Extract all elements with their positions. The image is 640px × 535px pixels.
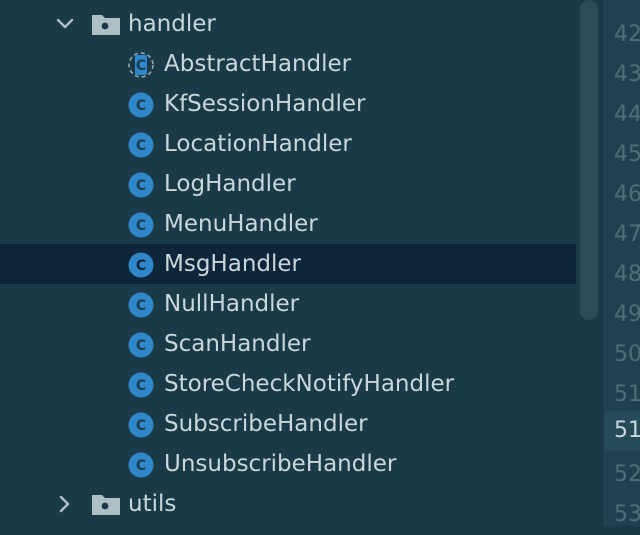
tree-item-menuhandler[interactable]: C MenuHandler — [0, 204, 576, 244]
tree-item-storechecknotifyhandler[interactable]: C StoreCheckNotifyHandler — [0, 364, 576, 404]
svg-text:C: C — [136, 298, 146, 314]
line-number: 44 — [614, 102, 640, 127]
class-icon: C — [128, 372, 154, 398]
line-number: 53 — [614, 502, 640, 527]
tree-item-scanhandler[interactable]: C ScanHandler — [0, 324, 576, 364]
folder-label: utils — [128, 491, 177, 517]
class-label: KfSessionHandler — [164, 91, 366, 117]
line-number: 52 — [614, 462, 640, 487]
line-number: 51 — [614, 382, 640, 407]
package-folder-icon — [92, 495, 120, 515]
svg-text:C: C — [136, 218, 146, 234]
class-label: MenuHandler — [164, 211, 318, 237]
package-folder-icon — [92, 15, 120, 35]
class-label: ScanHandler — [164, 331, 311, 357]
tree-item-loghandler[interactable]: C LogHandler — [0, 164, 576, 204]
tree-item-locationhandler[interactable]: C LocationHandler — [0, 124, 576, 164]
class-icon: C — [128, 172, 154, 198]
line-number: 46 — [614, 182, 640, 207]
line-number: 43 — [614, 62, 640, 87]
line-number: 49 — [614, 302, 640, 327]
tree-item-unsubscribehandler[interactable]: C UnsubscribeHandler — [0, 444, 576, 484]
tree-scrollbar-thumb[interactable] — [580, 0, 598, 320]
class-icon: C — [128, 412, 154, 438]
class-icon: C — [128, 212, 154, 238]
line-number: 45 — [614, 142, 640, 167]
tree-folder-utils[interactable]: utils — [0, 484, 576, 524]
abstract-class-icon: C — [128, 52, 154, 78]
class-label: StoreCheckNotifyHandler — [164, 371, 455, 397]
class-icon: C — [128, 92, 154, 118]
tree-item-subscribehandler[interactable]: C SubscribeHandler — [0, 404, 576, 444]
class-label: SubscribeHandler — [164, 411, 368, 437]
line-number: 47 — [614, 222, 640, 247]
class-icon: C — [128, 252, 154, 278]
class-label: NullHandler — [164, 291, 300, 317]
svg-text:C: C — [136, 338, 146, 354]
project-tree: handler C AbstractHandler C KfSessionHan… — [0, 0, 576, 526]
svg-text:C: C — [136, 138, 146, 154]
class-icon: C — [128, 292, 154, 318]
class-label: MsgHandler — [164, 251, 301, 277]
svg-text:C: C — [136, 258, 146, 274]
tree-item-abstracthandler[interactable]: C AbstractHandler — [0, 44, 576, 84]
svg-text:C: C — [136, 58, 146, 74]
tree-item-kfsessionhandler[interactable]: C KfSessionHandler — [0, 84, 576, 124]
chevron-down-icon[interactable] — [54, 13, 76, 35]
svg-text:C: C — [136, 378, 146, 394]
svg-text:C: C — [136, 178, 146, 194]
tree-item-msghandler[interactable]: C MsgHandler — [0, 244, 576, 284]
class-label: UnsubscribeHandler — [164, 451, 397, 477]
line-number: 42 — [614, 22, 640, 47]
line-number-current: 51 — [614, 418, 640, 443]
class-label: LocationHandler — [164, 131, 352, 157]
class-label: AbstractHandler — [164, 51, 352, 77]
svg-text:C: C — [136, 418, 146, 434]
folder-label: handler — [128, 11, 216, 37]
line-number: 50 — [614, 342, 640, 367]
line-number: 48 — [614, 262, 640, 287]
tree-folder-handler[interactable]: handler — [0, 4, 576, 44]
class-icon: C — [128, 332, 154, 358]
svg-text:C: C — [136, 458, 146, 474]
class-label: LogHandler — [164, 171, 296, 197]
chevron-right-icon[interactable] — [54, 493, 76, 515]
tree-item-nullhandler[interactable]: C NullHandler — [0, 284, 576, 324]
svg-text:C: C — [136, 98, 146, 114]
class-icon: C — [128, 132, 154, 158]
class-icon: C — [128, 452, 154, 478]
